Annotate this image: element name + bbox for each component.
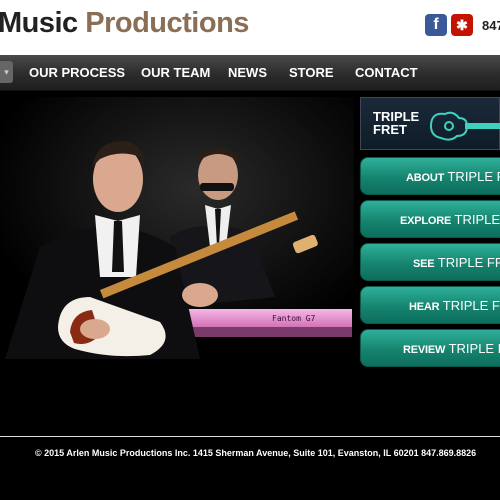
hear-triple-fret-button[interactable]: HEAR TRIPLE FRET	[360, 286, 500, 324]
nav-chevron-icon[interactable]: ▾	[0, 61, 13, 83]
main-nav: ▾ OUR PROCESS OUR TEAM NEWS STORE CONTAC…	[0, 55, 500, 91]
about-triple-fret-button[interactable]: ABOUT TRIPLE FRET	[360, 157, 500, 195]
button-rest: TRIPLE FRET	[442, 298, 500, 313]
footer-text: © 2015 Arlen Music Productions Inc. 1415…	[35, 448, 477, 458]
triple-fret-banner[interactable]: TRIPLE FRET	[360, 97, 500, 150]
facebook-icon[interactable]: f	[425, 14, 447, 36]
button-verb: SEE	[413, 258, 435, 270]
nav-item-contact[interactable]: CONTACT	[355, 65, 418, 80]
brand-name-part2: Productions	[85, 7, 249, 39]
yelp-icon[interactable]: ✱	[451, 14, 473, 36]
button-verb: REVIEW	[403, 344, 446, 356]
triple-fret-logo-text: TRIPLE FRET	[373, 110, 419, 136]
see-triple-fret-button[interactable]: SEE TRIPLE FRET	[360, 243, 500, 281]
button-verb: HEAR	[409, 301, 440, 313]
triple-fret-line2: FRET	[373, 122, 407, 137]
button-rest: TRIPLE FRET	[447, 169, 500, 184]
explore-triple-fret-button[interactable]: EXPLORE TRIPLE FRET	[360, 200, 500, 238]
button-rest: TRIPLE FRET	[437, 255, 500, 270]
nav-item-our-team[interactable]: OUR TEAM	[141, 65, 210, 80]
button-verb: ABOUT	[406, 172, 445, 184]
button-verb: EXPLORE	[400, 215, 452, 227]
brand-name-part1: Music	[0, 7, 86, 39]
site-logo[interactable]: Music Productions	[0, 7, 249, 40]
keyboard-label: Fantom G7	[272, 314, 316, 323]
nav-item-news[interactable]: NEWS	[228, 65, 267, 80]
guitar-icon	[429, 111, 500, 141]
nav-item-store[interactable]: STORE	[289, 65, 334, 80]
footer-divider	[0, 436, 500, 437]
button-rest: TRIPLE FRET	[454, 212, 500, 227]
button-rest: TRIPLE FRET	[448, 341, 500, 356]
nav-item-our-process[interactable]: OUR PROCESS	[29, 65, 125, 80]
review-triple-fret-button[interactable]: REVIEW TRIPLE FRET	[360, 329, 500, 367]
social-links: f ✱	[425, 14, 473, 36]
hero-image: Fantom G7	[0, 97, 354, 359]
site-header: Music Productions f ✱ 847.	[0, 0, 500, 55]
hero-band-photo: Fantom G7	[0, 97, 354, 359]
header-phone: 847.	[482, 18, 500, 33]
